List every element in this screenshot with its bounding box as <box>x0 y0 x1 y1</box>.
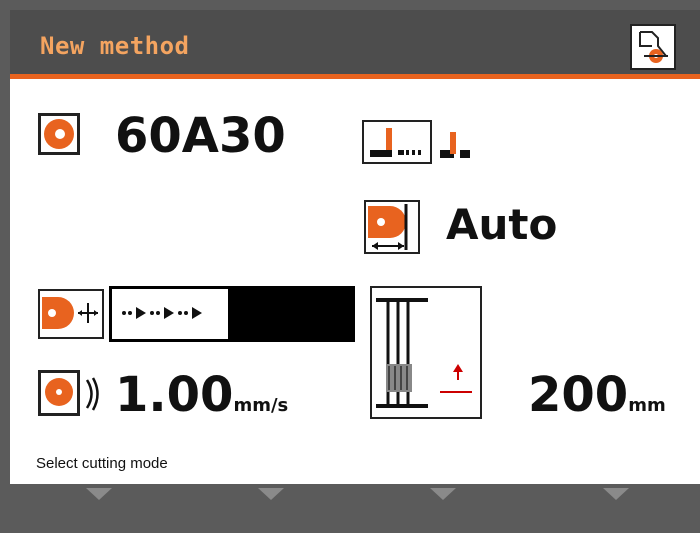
step-feed-pattern-icon <box>112 289 228 339</box>
softkey-2[interactable] <box>258 488 284 500</box>
wheel-code[interactable]: 60A30 <box>115 108 286 164</box>
method-setup-icon[interactable] <box>630 24 676 70</box>
cut-type-pulse-icon[interactable] <box>362 120 432 164</box>
cut-length-diagram-icon[interactable] <box>370 286 482 419</box>
page-title: New method <box>40 32 190 60</box>
cutting-wheel-icon[interactable] <box>38 113 80 155</box>
softkey-bar <box>0 484 700 533</box>
feed-speed-icon[interactable] <box>38 370 80 416</box>
cut-length-unit: mm <box>628 395 666 416</box>
softkey-3[interactable] <box>430 488 456 500</box>
feed-speed-readout[interactable]: 1.00mm/s <box>115 367 288 423</box>
softkey-4[interactable] <box>603 488 629 500</box>
wheel-feed-icon[interactable] <box>38 289 104 339</box>
feed-speed-unit: mm/s <box>233 395 289 416</box>
speed-waves <box>84 374 104 414</box>
softkey-1[interactable] <box>86 488 112 500</box>
settings-panel <box>10 79 700 484</box>
cut-length-readout[interactable]: 200mm <box>528 367 666 423</box>
wheel-width-icon[interactable] <box>364 200 420 254</box>
status-message: Select cutting mode <box>36 455 168 472</box>
cut-length-value: 200 <box>528 367 629 423</box>
cut-type-step-icon[interactable] <box>438 120 492 164</box>
header-bar: New method <box>10 10 700 74</box>
feed-pattern-bar[interactable] <box>109 286 355 342</box>
auto-mode-label[interactable]: Auto <box>446 200 557 249</box>
feed-speed-value: 1.00 <box>115 367 234 423</box>
